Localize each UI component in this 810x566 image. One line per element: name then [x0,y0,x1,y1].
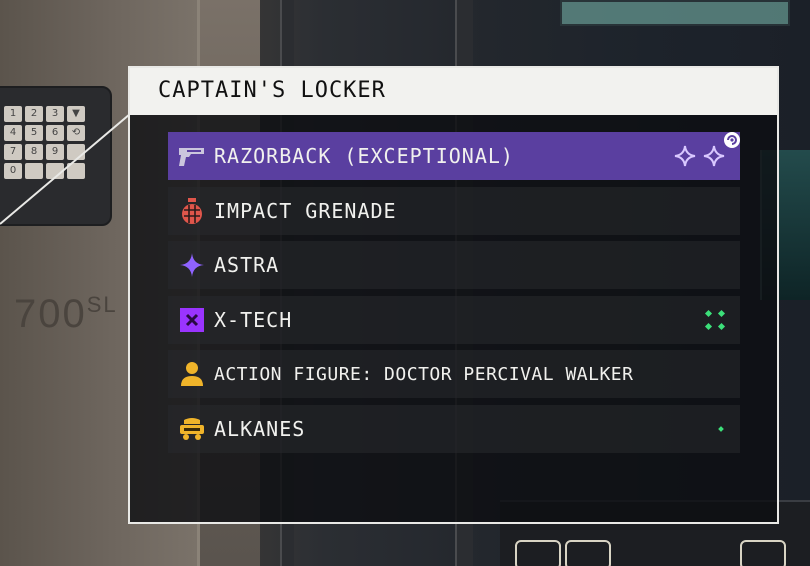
refresh-cursor-icon [724,132,740,148]
item-resource-tags [704,296,726,344]
background-gauge [565,540,611,566]
callout-connector-line [0,113,131,225]
sparkle-quality-icon [674,145,725,167]
locker-item-impact-grenade[interactable]: IMPACT GRENADE [168,186,740,235]
locker-item-label: RAZORBACK (EXCEPTIONAL) [214,144,514,168]
model-label: 700SL [14,292,118,337]
resource-cart-icon [174,411,210,447]
model-number: 700 [14,292,87,336]
model-suffix: SL [86,292,118,317]
pistol-icon [174,138,210,174]
locker-panel: CAPTAIN'S LOCKER RAZORBACK (EXCEPTIONAL) [128,66,779,524]
background-monitor [560,0,790,26]
small-dot-icon [718,425,724,432]
grenade-icon [174,193,210,229]
background-gauge [740,540,786,566]
locker-item-list: RAZORBACK (EXCEPTIONAL) IMPACT GRENADE A… [168,132,740,459]
resource-dots-icon [704,309,726,330]
locker-item-label: ALKANES [214,416,306,441]
locker-header: CAPTAIN'S LOCKER [130,68,777,115]
x-tech-icon [174,302,210,338]
locker-item-action-figure[interactable]: ACTION FIGURE: DOCTOR PERCIVAL WALKER [168,350,740,398]
locker-item-alkanes[interactable]: ALKANES [168,404,740,453]
item-resource-tags [716,405,726,453]
astra-star-icon [174,247,210,283]
locker-item-astra[interactable]: ASTRA [168,241,740,289]
locker-item-x-tech[interactable]: X-TECH [168,295,740,344]
locker-item-label: IMPACT GRENADE [214,198,397,223]
person-icon [174,356,210,392]
locker-item-label: ACTION FIGURE: DOCTOR PERCIVAL WALKER [214,363,634,385]
locker-item-label: X-TECH [214,307,293,332]
locker-item-razorback[interactable]: RAZORBACK (EXCEPTIONAL) [168,132,740,180]
item-quality-tags [674,132,726,180]
locker-title: CAPTAIN'S LOCKER [158,78,386,103]
locker-item-label: ASTRA [214,253,280,277]
background-gauge [515,540,561,566]
